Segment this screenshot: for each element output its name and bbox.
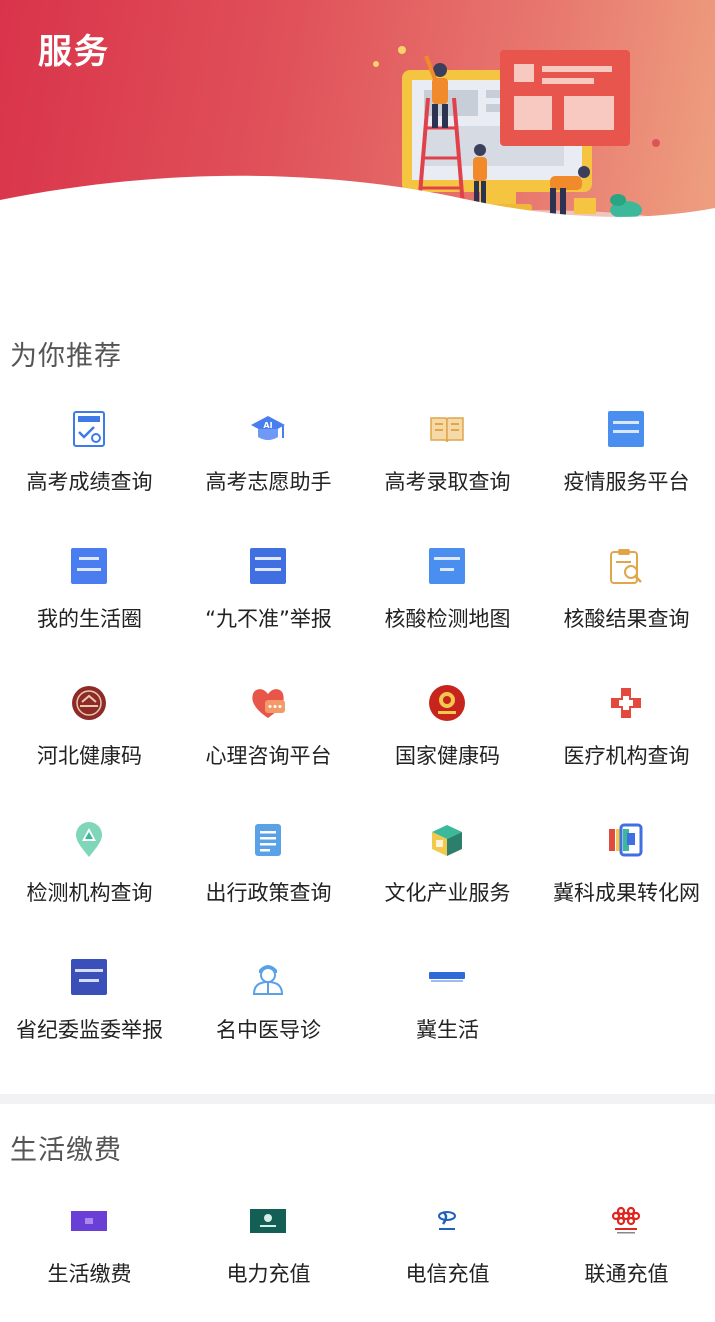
- service-culture-industry[interactable]: 文化产业服务: [358, 821, 537, 941]
- discipline-report-icon: [71, 959, 107, 995]
- service-label: 国家健康码: [395, 744, 500, 768]
- service-label: 我的生活圈: [37, 607, 142, 631]
- service-nucleic-map[interactable]: 核酸检测地图: [358, 547, 537, 667]
- hebei-health-code-icon: [72, 686, 106, 720]
- service-label: 检测机构查询: [26, 881, 153, 905]
- page-title: 服务: [38, 32, 110, 72]
- ji-life-logo-icon: [428, 970, 466, 982]
- service-label: 高考志愿助手: [205, 470, 332, 494]
- service-label: “九不准”举报: [205, 607, 332, 631]
- nucleic-test-map-icon: [429, 548, 465, 584]
- national-emblem-icon: [429, 685, 465, 721]
- service-label: 名中医导诊: [216, 1018, 321, 1042]
- china-unicom-icon: [611, 1206, 641, 1234]
- china-telecom-icon: [438, 1210, 456, 1230]
- service-ji-life[interactable]: 冀生活: [358, 958, 537, 1078]
- service-label: 河北健康码: [37, 744, 142, 768]
- service-medical-institution[interactable]: 医疗机构查询: [537, 684, 715, 804]
- clipboard-search-icon: [610, 549, 642, 584]
- service-travel-policy[interactable]: 出行政策查询: [179, 821, 358, 941]
- service-epidemic-platform[interactable]: 疫情服务平台: [537, 410, 715, 530]
- service-label: 电力充值: [226, 1262, 311, 1286]
- service-label: 高考录取查询: [384, 470, 511, 494]
- service-testing-institution[interactable]: 检测机构查询: [0, 821, 179, 941]
- service-label: 高考成绩查询: [26, 470, 153, 494]
- service-life-payment[interactable]: 生活缴费: [0, 1202, 179, 1322]
- service-label: 疫情服务平台: [563, 470, 690, 494]
- service-hebei-health-code[interactable]: 河北健康码: [0, 684, 179, 804]
- service-sci-tech-transfer[interactable]: 冀科成果转化网: [537, 821, 715, 941]
- service-telecom-recharge[interactable]: 电信充值: [358, 1202, 537, 1322]
- epidemic-service-icon: [608, 411, 644, 447]
- heart-chat-icon: [252, 689, 285, 718]
- ai-graduation-cap-icon: AI: [251, 416, 285, 440]
- life-circle-icon: [71, 548, 107, 584]
- service-admission-query[interactable]: 高考录取查询: [358, 410, 537, 530]
- service-electric-recharge[interactable]: 电力充值: [179, 1202, 358, 1322]
- cube-icon: [432, 825, 462, 856]
- service-label: 冀生活: [416, 1018, 479, 1042]
- svg-text:AI: AI: [263, 421, 272, 430]
- service-label: 生活缴费: [47, 1262, 132, 1286]
- service-life-circle[interactable]: 我的生活圈: [0, 547, 179, 667]
- service-tcm-doctor[interactable]: 名中医导诊: [179, 958, 358, 1078]
- sci-tech-icon: [609, 823, 643, 857]
- location-pin-icon: [76, 822, 102, 857]
- service-label: 核酸检测地图: [384, 607, 511, 631]
- open-book-icon: [430, 417, 464, 443]
- service-label: 联通充值: [584, 1262, 669, 1286]
- service-label: 省纪委监委举报: [16, 1018, 163, 1042]
- service-nine-prohibitions[interactable]: “九不准”举报: [179, 547, 358, 667]
- life-payment-icon: [71, 1211, 107, 1231]
- service-volunteer-assistant[interactable]: AI 高考志愿助手: [179, 410, 358, 530]
- exam-score-icon: [73, 411, 105, 447]
- header-wave: [0, 175, 715, 240]
- nine-prohibitions-icon: [250, 548, 286, 584]
- service-label: 冀科成果转化网: [553, 881, 700, 905]
- service-label: 核酸结果查询: [563, 607, 690, 631]
- service-label: 电信充值: [405, 1262, 490, 1286]
- state-grid-icon: [250, 1209, 286, 1233]
- medical-cross-icon: [611, 688, 641, 718]
- service-exam-score[interactable]: 高考成绩查询: [0, 410, 179, 530]
- section-divider: [0, 1094, 715, 1104]
- section-title-recommend: 为你推荐: [10, 341, 122, 372]
- service-label: 出行政策查询: [205, 881, 332, 905]
- service-unicom-recharge[interactable]: 联通充值: [537, 1202, 715, 1322]
- service-national-health-code[interactable]: 国家健康码: [358, 684, 537, 804]
- document-icon: [255, 824, 281, 856]
- section-title-life-payment: 生活缴费: [10, 1135, 122, 1166]
- service-label: 文化产业服务: [384, 881, 511, 905]
- service-psych-consult[interactable]: 心理咨询平台: [179, 684, 358, 804]
- service-discipline-report[interactable]: 省纪委监委举报: [0, 958, 179, 1078]
- service-label: 心理咨询平台: [205, 744, 332, 768]
- doctor-icon: [252, 965, 284, 995]
- service-label: 医疗机构查询: [563, 744, 690, 768]
- service-nucleic-result[interactable]: 核酸结果查询: [537, 547, 715, 667]
